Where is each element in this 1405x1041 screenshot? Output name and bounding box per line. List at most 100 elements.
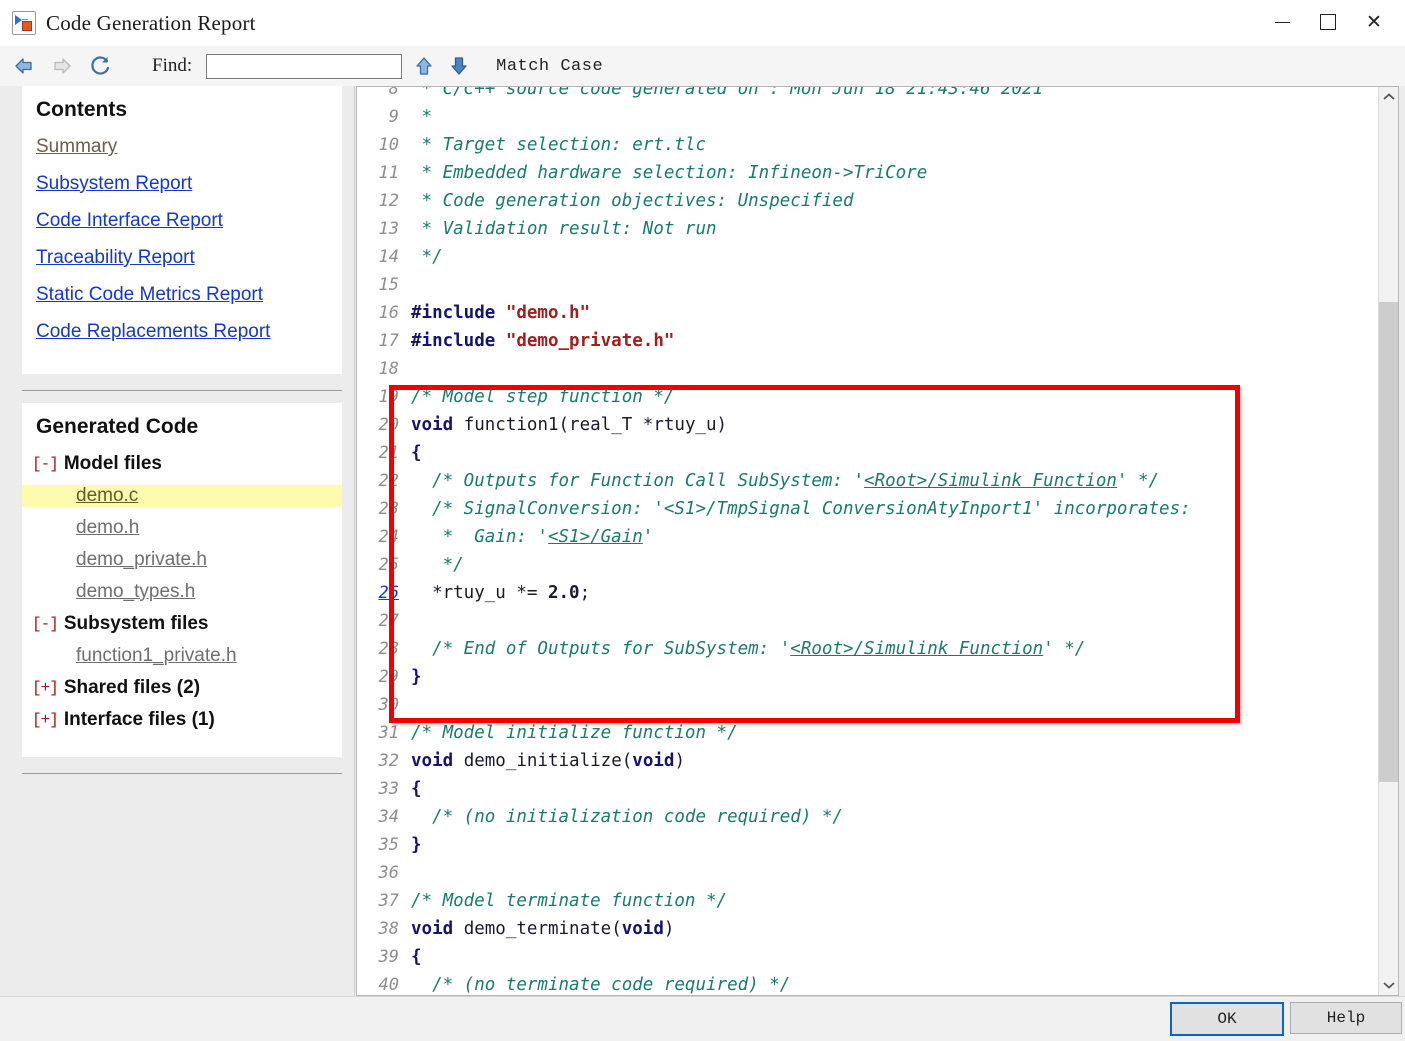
code-line: 38 void demo_terminate(void) [357, 915, 1379, 943]
code-line: 27 [357, 607, 1379, 635]
line-number: 19 [378, 387, 399, 407]
code-text: /* Model terminate function */ [399, 887, 1379, 915]
vertical-scrollbar[interactable] [1378, 87, 1398, 995]
up-arrow-icon[interactable] [411, 53, 437, 79]
code-token: * Target selection: ert.tlc [411, 135, 707, 155]
code-line: 34 /* (no initialization code required) … [357, 803, 1379, 831]
maximize-button[interactable] [1305, 0, 1351, 44]
code-scroll-region[interactable]: 8 * C/C++ source code generated on : Mon… [357, 87, 1379, 995]
code-token: /* End of Outputs for SubSystem: ' [411, 639, 791, 659]
code-line: 24 * Gain: '<S1>/Gain' [357, 523, 1379, 551]
code-line: 23 /* SignalConversion: '<S1>/TmpSignal … [357, 495, 1379, 523]
tree-group-interface-files-1[interactable]: [+] Interface files (1) [22, 709, 342, 731]
code-token: demo_initialize( [453, 751, 633, 771]
file-link-demo_private-h[interactable]: demo_private.h [22, 549, 342, 571]
code-text: /* End of Outputs for SubSystem: '<Root>… [399, 635, 1379, 663]
code-block-link[interactable]: <S1>/Gain [548, 527, 643, 547]
ok-button[interactable]: OK [1170, 1002, 1284, 1036]
contents-link-code-replacements-report[interactable]: Code Replacements Report [22, 321, 342, 343]
back-arrow-icon[interactable] [10, 52, 38, 80]
contents-link-code-interface-report[interactable]: Code Interface Report [22, 210, 342, 232]
code-token: ' */ [1116, 471, 1160, 491]
scroll-down-button[interactable] [1379, 975, 1398, 995]
code-text: * Gain: '<S1>/Gain' [399, 523, 1379, 551]
code-token: /* Model terminate function */ [411, 891, 728, 911]
code-token: *rtuy_u *= [411, 583, 548, 603]
code-line: 13 * Validation result: Not run [357, 215, 1379, 243]
code-line: 36 [357, 859, 1379, 887]
down-arrow-icon[interactable] [446, 53, 472, 79]
contents-link-traceability-report[interactable]: Traceability Report [22, 247, 342, 269]
help-button[interactable]: Help [1290, 1002, 1402, 1034]
code-token: } [411, 835, 422, 855]
search-input[interactable] [206, 53, 403, 79]
minimize-button[interactable] [1259, 0, 1305, 44]
tree-group-shared-files-2[interactable]: [+] Shared files (2) [22, 677, 342, 699]
code-text: /* Outputs for Function Call SubSystem: … [399, 467, 1379, 495]
file-link-demo_types-h[interactable]: demo_types.h [22, 581, 342, 603]
code-block-link[interactable]: <Root>/Simulink Function [790, 639, 1043, 659]
contents-link-summary[interactable]: Summary [22, 136, 342, 158]
code-line: 37 /* Model terminate function */ [357, 887, 1379, 915]
code-line: 17 #include "demo_private.h" [357, 327, 1379, 355]
code-token: ; [579, 583, 591, 603]
code-token: { [411, 443, 422, 463]
line-number: 9 [388, 107, 399, 127]
simulink-icon [12, 11, 36, 35]
expand-toggle-icon[interactable]: [+] [32, 711, 59, 729]
line-number: 8 [388, 87, 399, 99]
line-number: 18 [378, 359, 399, 379]
code-text: /* Model step function */ [399, 383, 1379, 411]
code-text: */ [399, 243, 1379, 271]
match-case-label[interactable]: Match Case [496, 57, 603, 76]
collapse-toggle-icon[interactable]: [-] [32, 615, 59, 633]
expand-toggle-icon[interactable]: [+] [32, 679, 59, 697]
contents-link-subsystem-report[interactable]: Subsystem Report [22, 173, 342, 195]
tree-group-model-files[interactable]: [-] Model files [22, 453, 342, 475]
code-token: * Embedded hardware selection: Infineon-… [411, 163, 928, 183]
find-label: Find: [152, 55, 193, 76]
code-token: "demo_private.h" [505, 331, 675, 351]
line-number: 22 [378, 471, 399, 491]
tree-group-subsystem-files[interactable]: [-] Subsystem files [22, 613, 342, 635]
line-number[interactable]: 26 [357, 579, 399, 607]
contents-link-list: Summary Subsystem Report Code Interface Re… [22, 136, 342, 343]
code-token: /* Outputs for Function Call SubSystem: … [411, 471, 865, 491]
code-line: 40 /* (no terminate code required) */ [357, 971, 1379, 995]
code-line: 29} [357, 663, 1379, 691]
main-content-area: Contents Summary Subsystem Report Code Int… [0, 86, 1405, 996]
scroll-up-button[interactable] [1379, 87, 1398, 107]
code-token: void [621, 919, 664, 939]
line-number: 28 [378, 639, 399, 659]
code-token: 2.0 [547, 583, 580, 603]
code-token: /* (no terminate code required) */ [411, 975, 791, 995]
generated-code-panel: Generated Code [-] Model files demo.c demo.… [22, 403, 342, 757]
collapse-toggle-icon[interactable]: [-] [32, 455, 59, 473]
code-line: 8 * C/C++ source code generated on : Mon… [357, 87, 1379, 103]
code-block-link[interactable]: <Root>/Simulink Function [864, 471, 1117, 491]
file-link-demo-h[interactable]: demo.h [22, 517, 342, 539]
code-text: * Target selection: ert.tlc [399, 131, 1379, 159]
file-link-function1_private-h[interactable]: function1_private.h [22, 645, 342, 667]
line-number: 21 [378, 443, 399, 463]
code-line: 25 */ [357, 551, 1379, 579]
code-token: ' [642, 527, 654, 547]
code-text: /* (no terminate code required) */ [399, 971, 1379, 995]
line-number: 34 [378, 807, 399, 827]
code-text: /* SignalConversion: '<S1>/TmpSignal Con… [399, 495, 1379, 523]
code-token: function1(real_T *rtuy_u) [453, 415, 728, 435]
scrollbar-thumb[interactable] [1379, 302, 1398, 782]
code-token: ) [663, 919, 675, 939]
contents-link-static-code-metrics-report[interactable]: Static Code Metrics Report [22, 284, 342, 306]
file-link-demo-c[interactable]: demo.c [22, 485, 342, 507]
line-number: 13 [378, 219, 399, 239]
code-text: void demo_terminate(void) [399, 915, 1379, 943]
window-controls: ✕ [1259, 0, 1397, 44]
code-token: /* Model step function */ [411, 387, 675, 407]
close-button[interactable]: ✕ [1351, 0, 1397, 44]
refresh-icon[interactable] [86, 52, 114, 80]
window-title: Code Generation Report [46, 10, 256, 35]
line-number: 20 [378, 415, 399, 435]
line-number: 32 [378, 751, 399, 771]
